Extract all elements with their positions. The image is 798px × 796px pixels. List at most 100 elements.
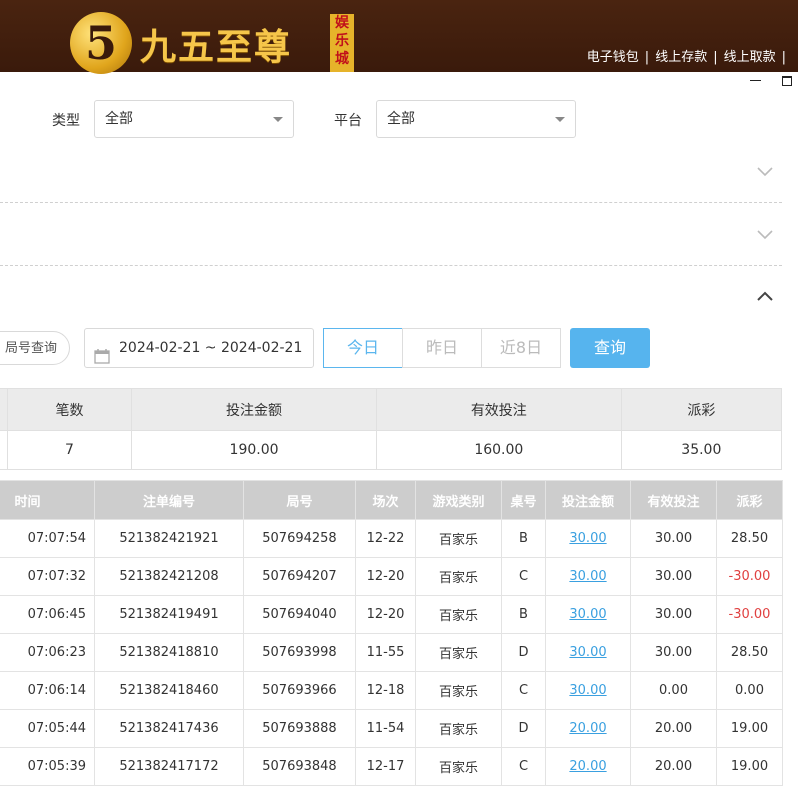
summary-payout: 35.00: [620, 430, 783, 470]
summary-header-payout: 派彩: [620, 388, 783, 431]
table-row: 07:07:54 521382421921 507694258 12-22 百家乐 B 30…: [0, 519, 783, 558]
summary-header-bet: 投注金额: [131, 388, 377, 431]
site-header: 5 九五至尊 娱乐城 电子钱包 | 线上存款 | 线上取款 |: [0, 0, 798, 74]
yesterday-button[interactable]: 昨日: [402, 328, 482, 368]
bet-amount-link[interactable]: 30.00: [569, 531, 606, 546]
link-e-wallet[interactable]: 电子钱包: [587, 50, 639, 65]
type-select-value: 全部: [105, 111, 133, 127]
cell-time: 07:07:54: [0, 519, 95, 558]
cell-valid-bet: 0.00: [630, 671, 717, 710]
cell-session: 12-17: [355, 747, 416, 786]
cell-round: 507693848: [243, 747, 356, 786]
chevron-up-icon[interactable]: [756, 288, 774, 306]
cell-table: B: [501, 595, 546, 634]
minimize-icon[interactable]: [748, 74, 762, 86]
table-row: 07:07:32 521382421208 507694207 12-20 百家乐 C 30…: [0, 557, 783, 596]
bet-amount-link[interactable]: 30.00: [569, 607, 606, 622]
cell-payout: 0.00: [716, 671, 783, 710]
summary-cell: [0, 430, 8, 470]
cell-bet-amount: 20.00: [545, 709, 631, 748]
cell-table: D: [501, 633, 546, 672]
col-header-table: 桌号: [501, 480, 546, 520]
bet-amount-link[interactable]: 30.00: [569, 683, 606, 698]
col-header-game-type: 游戏类别: [415, 480, 502, 520]
logo-number: 5: [84, 16, 117, 70]
cell-session: 12-20: [355, 557, 416, 596]
bet-amount-link[interactable]: 20.00: [569, 721, 606, 736]
brand-badge: 娱乐城: [330, 14, 354, 72]
col-header-payout: 派彩: [716, 480, 783, 520]
cell-table: B: [501, 519, 546, 558]
summary-count: 7: [6, 430, 133, 470]
last-8-days-button[interactable]: 近8日: [481, 328, 561, 368]
top-links: 电子钱包 | 线上存款 | 线上取款 |: [586, 50, 786, 65]
today-button[interactable]: 今日: [323, 328, 403, 368]
cell-time: 07:06:14: [0, 671, 95, 710]
cell-game-type: 百家乐: [415, 557, 502, 596]
cell-game-type: 百家乐: [415, 595, 502, 634]
platform-select[interactable]: 全部: [376, 100, 576, 138]
search-button[interactable]: 查询: [570, 328, 650, 368]
cell-bet-amount: 20.00: [545, 747, 631, 786]
cell-table: D: [501, 709, 546, 748]
cell-bet-amount: 30.00: [545, 557, 631, 596]
cell-payout: -30.00: [716, 557, 783, 596]
cell-payout: 19.00: [716, 747, 783, 786]
maximize-icon[interactable]: [780, 74, 794, 86]
cell-round: 507693998: [243, 633, 356, 672]
cell-round: 507694207: [243, 557, 356, 596]
cell-round: 507694040: [243, 595, 356, 634]
cell-time: 07:06:45: [0, 595, 95, 634]
col-header-bet-id: 注单编号: [94, 480, 244, 520]
cell-time: 07:05:44: [0, 709, 95, 748]
cell-time: 07:07:32: [0, 557, 95, 596]
section-divider: [0, 265, 782, 266]
bet-amount-link[interactable]: 20.00: [569, 759, 606, 774]
cell-game-type: 百家乐: [415, 633, 502, 672]
cell-payout: 28.50: [716, 633, 783, 672]
cell-time: 07:06:23: [0, 633, 95, 672]
col-header-time: 时间: [0, 480, 95, 520]
round-search-input[interactable]: 局号查询: [0, 331, 70, 365]
brand-name: 九五至尊: [140, 26, 293, 68]
chevron-down-icon[interactable]: [756, 225, 774, 243]
table-row: 07:06:23 521382418810 507693998 11-55 百家乐 D 30…: [0, 633, 783, 672]
table-row: 07:06:14 521382418460 507693966 12-18 百家乐 C 30…: [0, 671, 783, 710]
cell-bet-id: 521382417172: [94, 747, 244, 786]
cell-valid-bet: 30.00: [630, 519, 717, 558]
cell-valid-bet: 20.00: [630, 709, 717, 748]
dropdown-caret-icon: [555, 117, 565, 122]
cell-bet-amount: 30.00: [545, 519, 631, 558]
cell-bet-id: 521382419491: [94, 595, 244, 634]
summary-bet: 190.00: [131, 430, 377, 470]
cell-round: 507693888: [243, 709, 356, 748]
logo-icon: 5: [70, 12, 132, 74]
bet-amount-link[interactable]: 30.00: [569, 569, 606, 584]
cell-time: 07:05:39: [0, 747, 95, 786]
dropdown-caret-icon: [273, 117, 283, 122]
chevron-down-icon[interactable]: [756, 162, 774, 180]
type-label: 类型: [52, 113, 80, 129]
cell-table: C: [501, 671, 546, 710]
col-header-valid-bet: 有效投注: [630, 480, 717, 520]
cell-bet-amount: 30.00: [545, 671, 631, 710]
cell-payout: 19.00: [716, 709, 783, 748]
cell-bet-id: 521382417436: [94, 709, 244, 748]
cell-game-type: 百家乐: [415, 671, 502, 710]
date-range-picker[interactable]: 2024-02-21 ~ 2024-02-21: [84, 328, 314, 368]
cell-session: 12-18: [355, 671, 416, 710]
cell-bet-id: 521382421208: [94, 557, 244, 596]
cell-game-type: 百家乐: [415, 519, 502, 558]
link-online-deposit[interactable]: 线上存款: [655, 50, 707, 65]
summary-valid-bet: 160.00: [375, 430, 622, 470]
type-select[interactable]: 全部: [94, 100, 294, 138]
cell-table: C: [501, 747, 546, 786]
bet-amount-link[interactable]: 30.00: [569, 645, 606, 660]
cell-session: 11-54: [355, 709, 416, 748]
cell-round: 507694258: [243, 519, 356, 558]
calendar-icon: [94, 341, 110, 364]
cell-game-type: 百家乐: [415, 747, 502, 786]
cell-bet-id: 521382418460: [94, 671, 244, 710]
link-online-withdraw[interactable]: 线上取款: [724, 50, 776, 65]
table-row: 07:05:44 521382417436 507693888 11-54 百家乐 D 20…: [0, 709, 783, 748]
